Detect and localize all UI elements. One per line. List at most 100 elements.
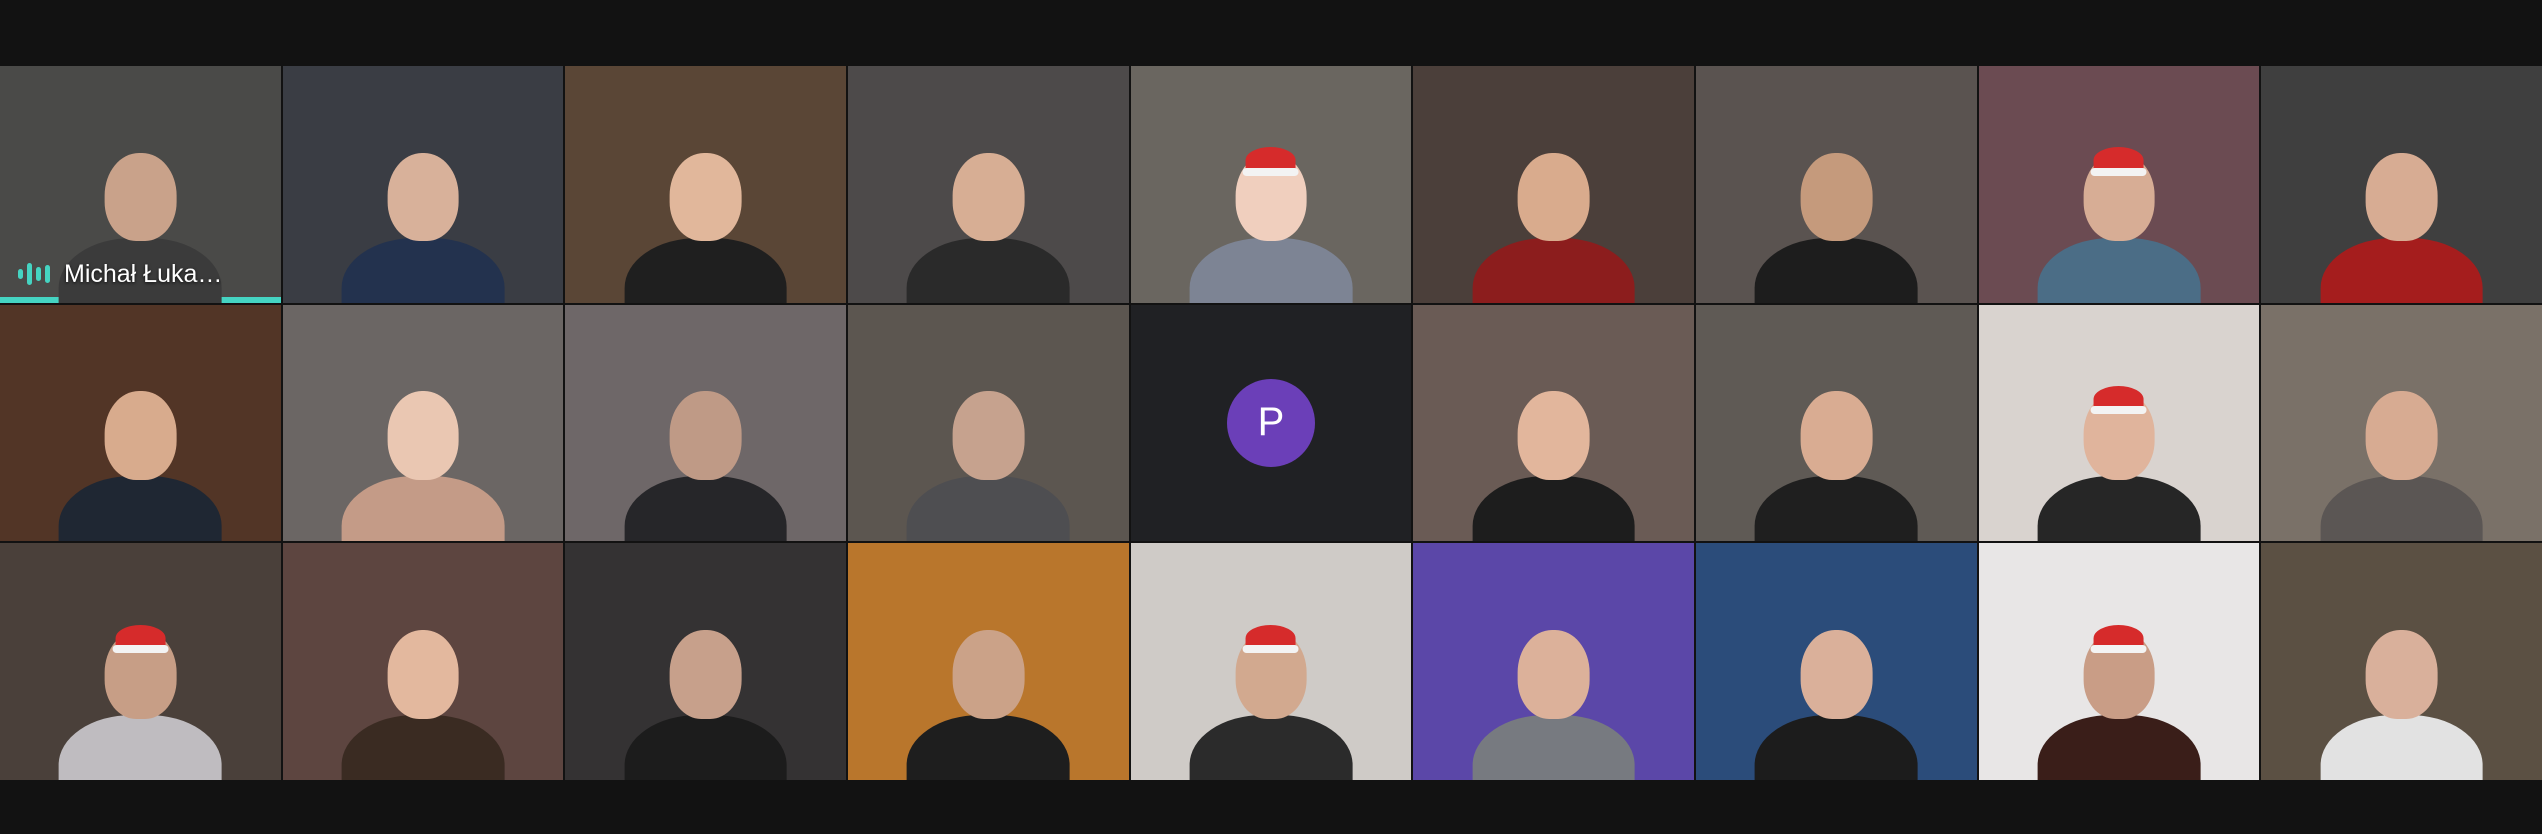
participant-body: [341, 237, 505, 303]
participant-body: [2320, 715, 2484, 780]
participant-head: [952, 152, 1025, 242]
participant-video: [2320, 142, 2484, 303]
participant-head: [2365, 152, 2438, 242]
participant-head: [952, 630, 1025, 719]
participant-head: [387, 152, 459, 242]
participant-video: [906, 142, 1070, 303]
santa-hat: [2090, 386, 2148, 414]
participant-video: [2320, 619, 2484, 780]
participant-tile[interactable]: [1413, 66, 1694, 303]
participant-body: [1472, 237, 1636, 303]
participant-video: [341, 619, 505, 780]
participant-head: [2365, 630, 2438, 719]
participant-video: [624, 380, 788, 542]
participant-body: [906, 237, 1070, 303]
participant-body: [624, 476, 788, 542]
participant-body: [58, 476, 222, 542]
participant-video: [1754, 619, 1918, 780]
participant-head: [1800, 630, 1873, 719]
participant-body: [906, 476, 1070, 542]
participant-video: [624, 619, 788, 780]
participant-tile[interactable]: [282, 304, 564, 542]
participant-body: [341, 476, 505, 542]
participant-tile[interactable]: [282, 543, 564, 780]
participant-tile[interactable]: [2261, 543, 2542, 780]
participant-name: Michał Łuka…: [64, 259, 223, 288]
participant-body: [1189, 715, 1353, 780]
participant-video: [1754, 380, 1918, 542]
participant-video: [1189, 619, 1353, 780]
participant-video: [624, 142, 788, 303]
participant-body: [1189, 237, 1353, 303]
santa-hat: [2090, 624, 2148, 653]
participant-tile[interactable]: [565, 66, 846, 303]
participant-head: [2365, 391, 2438, 481]
participant-head: [387, 391, 459, 481]
participant-video: [1472, 380, 1636, 542]
participant-tile[interactable]: [2261, 66, 2542, 303]
participant-head: [1235, 624, 1307, 719]
participant-head: [1800, 391, 1873, 481]
participant-head: [2083, 147, 2155, 242]
participant-tile[interactable]: [1413, 304, 1694, 542]
video-grid: Michał Łuka… P: [0, 66, 2542, 780]
participant-head: [104, 391, 177, 481]
participant-tile[interactable]: [1695, 66, 1977, 303]
participant-body: [624, 715, 788, 780]
participant-body: [1754, 237, 1918, 303]
participant-tile[interactable]: [565, 304, 846, 542]
participant-head: [104, 624, 177, 719]
participant-head: [1517, 152, 1590, 242]
participant-body: [624, 237, 788, 303]
participant-body: [1754, 715, 1918, 780]
participant-body: [1754, 476, 1918, 542]
participant-tile[interactable]: [847, 304, 1129, 542]
participant-video: [341, 380, 505, 542]
participant-body: [58, 715, 222, 780]
participant-tile[interactable]: [1130, 66, 1412, 303]
participant-nameplate: Michał Łuka…: [18, 260, 222, 289]
santa-hat: [2090, 147, 2148, 176]
participant-tile[interactable]: [1695, 543, 1977, 780]
participant-head: [2083, 386, 2155, 481]
participant-video: [58, 380, 222, 542]
participant-body: [341, 715, 505, 780]
participant-video: [906, 380, 1070, 542]
participant-video: [1189, 142, 1353, 303]
participant-tile[interactable]: [1695, 304, 1977, 542]
participant-head: [669, 630, 742, 719]
participant-body: [1472, 715, 1636, 780]
participant-head: [104, 152, 177, 242]
santa-hat: [1242, 624, 1300, 653]
participant-tile[interactable]: [1413, 543, 1694, 780]
participant-tile[interactable]: [1130, 543, 1412, 780]
participant-tile[interactable]: [565, 543, 846, 780]
participant-tile[interactable]: [0, 543, 281, 780]
participant-tile[interactable]: [1978, 304, 2260, 542]
participant-video: [2037, 142, 2201, 303]
santa-hat: [1242, 147, 1300, 176]
active-speaker-tile[interactable]: Michał Łuka…: [0, 66, 281, 303]
participant-tile[interactable]: P: [1130, 304, 1412, 542]
participant-video: [906, 619, 1070, 780]
participant-video: [2037, 619, 2201, 780]
participant-video: [1754, 142, 1918, 303]
participant-tile[interactable]: [2261, 304, 2542, 542]
participant-tile[interactable]: [1978, 543, 2260, 780]
participant-video: [2320, 380, 2484, 542]
participant-avatar: P: [1226, 378, 1315, 467]
participant-tile[interactable]: [282, 66, 564, 303]
participant-tile[interactable]: [1978, 66, 2260, 303]
participant-head: [387, 630, 459, 719]
participant-body: [2037, 715, 2201, 780]
participant-body: [1472, 476, 1636, 542]
participant-tile[interactable]: [847, 66, 1129, 303]
participant-tile[interactable]: [847, 543, 1129, 780]
participant-body: [2037, 476, 2201, 542]
participant-video: [341, 142, 505, 303]
participant-body: [2320, 237, 2484, 303]
audio-level-icon: [18, 263, 50, 286]
participant-video: [58, 619, 222, 780]
participant-tile[interactable]: [0, 304, 281, 542]
participant-video: [2037, 380, 2201, 542]
